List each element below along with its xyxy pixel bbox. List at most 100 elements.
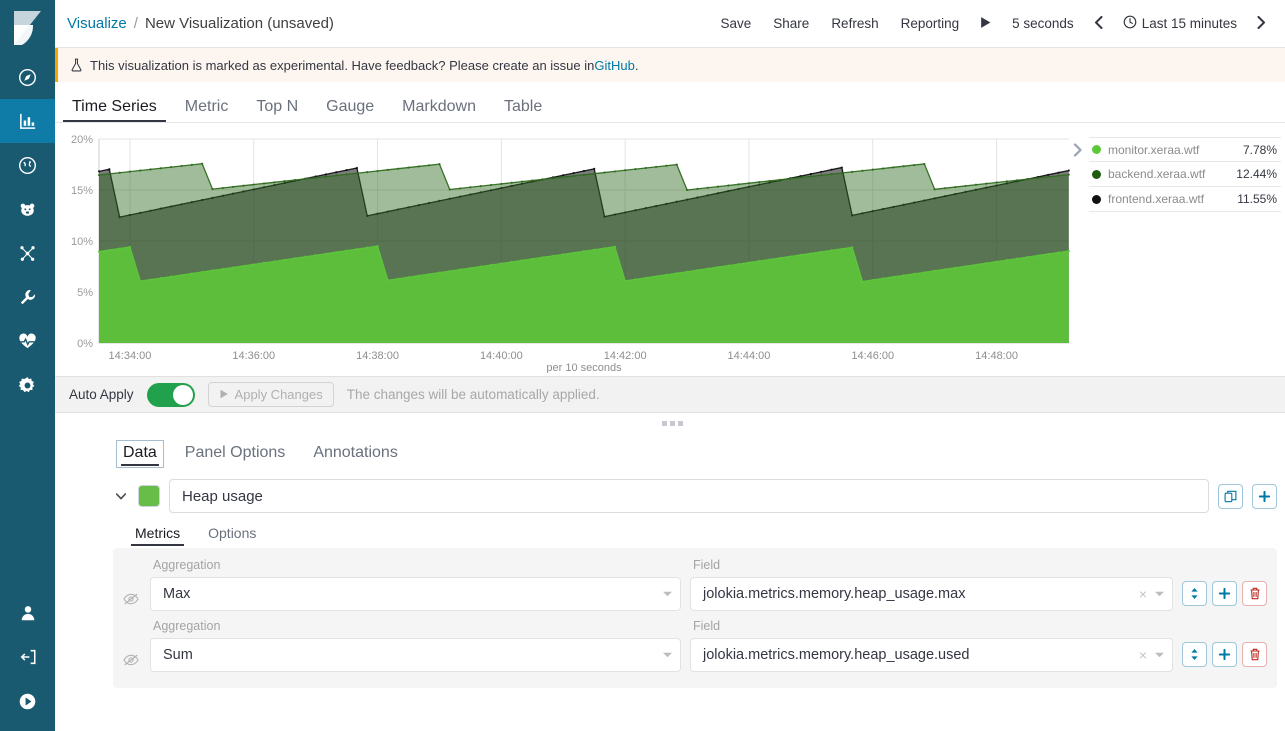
reorder-metric-button[interactable]	[1182, 642, 1207, 667]
series-editor: Metrics Options Aggregation Max	[55, 475, 1285, 731]
heartbeat-icon	[18, 332, 37, 351]
svg-text:15%: 15%	[71, 185, 93, 197]
sidebar-item-dashboard[interactable]	[0, 143, 55, 187]
series-label-input[interactable]	[169, 479, 1209, 513]
field-group: Field jolokia.metrics.memory.heap_usage.…	[690, 558, 1173, 611]
apply-changes-label: Apply Changes	[235, 387, 323, 402]
reporting-button[interactable]: Reporting	[890, 16, 971, 31]
main-content: Visualize / New Visualization (unsaved) …	[55, 0, 1285, 731]
breadcrumb: Visualize / New Visualization (unsaved)	[67, 15, 334, 32]
apply-changes-button[interactable]: Apply Changes	[208, 382, 334, 407]
field-select[interactable]: jolokia.metrics.memory.heap_usage.max ×	[690, 577, 1173, 611]
delete-metric-button[interactable]	[1242, 642, 1267, 667]
share-button[interactable]: Share	[762, 16, 820, 31]
caret-down-icon[interactable]	[113, 493, 129, 500]
callout-text-after: .	[635, 58, 639, 73]
chevron-down-icon	[663, 650, 672, 660]
delete-metric-button[interactable]	[1242, 581, 1267, 606]
aggregation-select[interactable]: Max	[150, 577, 681, 611]
series-color-swatch[interactable]	[138, 485, 160, 507]
legend-rows: monitor.xeraa.wtf 7.78% backend.xeraa.wt…	[1089, 137, 1281, 212]
play-icon[interactable]	[970, 16, 1001, 32]
svg-text:20%: 20%	[71, 134, 93, 146]
breadcrumb-visualize[interactable]: Visualize	[67, 15, 127, 32]
sidebar-item-management[interactable]	[0, 363, 55, 407]
refresh-interval-button[interactable]: 5 seconds	[1001, 16, 1085, 31]
github-link[interactable]: GitHub	[594, 58, 634, 73]
play-circle-icon	[18, 692, 37, 711]
play-icon	[219, 387, 229, 402]
field-select[interactable]: jolokia.metrics.memory.heap_usage.used ×	[690, 638, 1173, 672]
tab-markdown[interactable]: Markdown	[393, 98, 485, 122]
timeseries-chart[interactable]: 0%5%10%15%20%14:34:0014:36:0014:38:0014:…	[61, 133, 1071, 376]
auto-apply-toggle[interactable]	[147, 383, 195, 407]
field-value: jolokia.metrics.memory.heap_usage.used	[703, 647, 1131, 663]
aggregation-value: Max	[163, 586, 663, 602]
add-metric-button[interactable]	[1212, 581, 1237, 606]
eye-slash-icon[interactable]	[123, 593, 141, 611]
tab-table[interactable]: Table	[495, 98, 551, 122]
tab-data[interactable]: Data	[117, 441, 163, 467]
svg-text:10%: 10%	[71, 236, 93, 248]
metric-row: Aggregation Sum Field jolokia.metrics.me…	[123, 617, 1267, 678]
graph-nodes-icon	[18, 244, 37, 263]
svg-text:14:48:00: 14:48:00	[975, 350, 1018, 362]
tab-top-n[interactable]: Top N	[247, 98, 307, 122]
clear-field-icon[interactable]: ×	[1131, 647, 1155, 663]
field-value: jolokia.metrics.memory.heap_usage.max	[703, 586, 1131, 602]
chevron-left-icon[interactable]	[1085, 16, 1112, 32]
reorder-metric-button[interactable]	[1182, 581, 1207, 606]
tab-metric[interactable]: Metric	[176, 98, 238, 122]
sidebar-item-user[interactable]	[0, 591, 55, 635]
save-button[interactable]: Save	[710, 16, 763, 31]
sidebar-item-discover[interactable]	[0, 55, 55, 99]
sidebar-item-visualize[interactable]	[0, 99, 55, 143]
chevron-right-icon[interactable]	[1248, 16, 1275, 32]
sidebar-item-apm[interactable]	[0, 187, 55, 231]
auto-apply-label: Auto Apply	[69, 387, 134, 402]
sidebar-item-graph[interactable]	[0, 231, 55, 275]
tab-gauge[interactable]: Gauge	[317, 98, 383, 122]
legend-item[interactable]: monitor.xeraa.wtf 7.78%	[1089, 137, 1281, 162]
sidebar-item-logout[interactable]	[0, 635, 55, 679]
add-series-button[interactable]	[1252, 484, 1277, 509]
svg-text:14:44:00: 14:44:00	[728, 350, 771, 362]
panel-resize-handle[interactable]	[55, 413, 1285, 433]
add-metric-button[interactable]	[1212, 642, 1237, 667]
chevron-down-icon	[663, 589, 672, 599]
kibana-logo[interactable]	[0, 0, 55, 55]
auto-apply-note: The changes will be automatically applie…	[347, 387, 600, 402]
legend-value: 11.55%	[1237, 192, 1281, 206]
clear-field-icon[interactable]: ×	[1131, 586, 1155, 602]
sidebar-item-docs[interactable]	[0, 679, 55, 723]
handle-dot	[670, 421, 675, 426]
tab-metrics[interactable]: Metrics	[131, 523, 184, 546]
breadcrumb-current: New Visualization (unsaved)	[145, 15, 334, 32]
legend-collapse-icon[interactable]	[1071, 137, 1089, 161]
gear-icon	[18, 376, 37, 395]
metric-row-buttons	[1182, 642, 1267, 672]
clone-series-button[interactable]	[1218, 484, 1243, 509]
time-range-button[interactable]: Last 15 minutes	[1112, 15, 1248, 32]
aggregation-select[interactable]: Sum	[150, 638, 681, 672]
tab-options[interactable]: Options	[204, 523, 260, 546]
aggregation-field-group: Aggregation Max	[150, 558, 681, 611]
eye-slash-icon[interactable]	[123, 654, 141, 672]
wrench-icon	[18, 288, 37, 307]
top-bar: Visualize / New Visualization (unsaved) …	[55, 0, 1285, 48]
refresh-button[interactable]: Refresh	[820, 16, 889, 31]
legend-item[interactable]: backend.xeraa.wtf 12.44%	[1089, 162, 1281, 187]
handle-dot	[662, 421, 667, 426]
svg-text:per 10 seconds: per 10 seconds	[546, 362, 622, 373]
tab-annotations[interactable]: Annotations	[307, 441, 404, 467]
tab-panel-options[interactable]: Panel Options	[179, 441, 292, 467]
sidebar-item-uptime[interactable]	[0, 319, 55, 363]
bar-chart-icon	[18, 112, 37, 131]
series-header-row	[113, 475, 1277, 523]
tab-time-series[interactable]: Time Series	[63, 98, 166, 122]
legend-item[interactable]: frontend.xeraa.wtf 11.55%	[1089, 187, 1281, 212]
metric-row: Aggregation Max Field jolokia.metrics.me…	[123, 556, 1267, 617]
sidebar-item-dev-tools[interactable]	[0, 275, 55, 319]
auto-apply-bar: Auto Apply Apply Changes The changes wil…	[55, 376, 1285, 413]
svg-text:14:46:00: 14:46:00	[851, 350, 894, 362]
